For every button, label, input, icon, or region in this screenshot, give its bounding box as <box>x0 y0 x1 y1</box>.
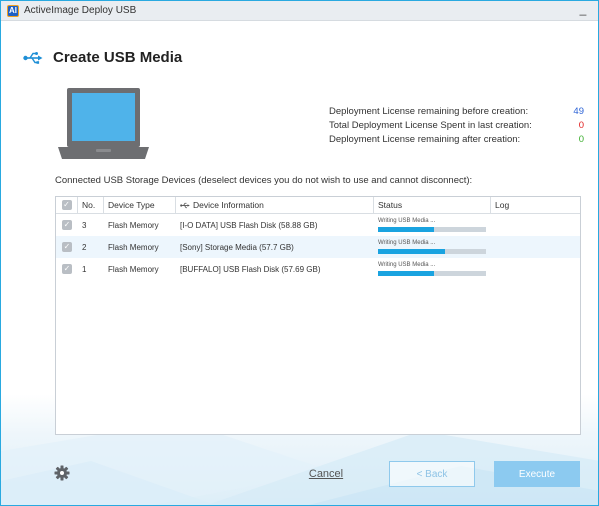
page-header: Create USB Media <box>23 49 182 66</box>
window-title: ActiveImage Deploy USB <box>24 5 137 16</box>
cell-log <box>491 258 580 280</box>
checkbox-icon[interactable]: ✓ <box>62 264 72 274</box>
cell-no: 3 <box>82 220 87 230</box>
column-header-no[interactable]: No. <box>78 196 104 214</box>
devices-caption: Connected USB Storage Devices (deselect … <box>55 175 473 186</box>
license-row-before: Deployment License remaining before crea… <box>329 104 584 118</box>
license-row-spent: Total Deployment License Spent in last c… <box>329 118 584 132</box>
table-row[interactable]: ✓ 1 Flash Memory [BUFFALO] USB Flash Dis… <box>56 258 580 280</box>
column-header-type[interactable]: Device Type <box>104 196 176 214</box>
row-select-cell: ✓ <box>56 236 78 258</box>
license-value: 49 <box>573 105 584 117</box>
usb-icon <box>23 51 43 64</box>
back-button[interactable]: < Back <box>389 461 475 487</box>
status-text: Writing USB Media ... <box>378 240 436 246</box>
header-select-all[interactable]: ✓ <box>56 196 78 214</box>
license-row-after: Deployment License remaining after creat… <box>329 132 584 146</box>
checkbox-icon[interactable]: ✓ <box>62 242 72 252</box>
title-bar: AI ActiveImage Deploy USB _ <box>1 1 598 21</box>
cell-type: Flash Memory <box>108 242 159 252</box>
cancel-button[interactable]: Cancel <box>301 461 351 487</box>
table-header: ✓ No. Device Type Device Information Sta… <box>56 196 580 214</box>
cell-status: Writing USB Media ... <box>374 258 491 280</box>
cell-info: [I-O DATA] USB Flash Disk (58.88 GB) <box>180 220 318 230</box>
column-header-info-label: Device Information <box>193 200 264 210</box>
cell-no: 2 <box>82 242 87 252</box>
column-header-log[interactable]: Log <box>491 197 580 214</box>
license-label: Total Deployment License Spent in last c… <box>329 119 532 131</box>
app-icon: AI <box>7 4 19 17</box>
cell-status: Writing USB Media ... <box>374 214 491 236</box>
checkbox-icon[interactable]: ✓ <box>61 200 72 210</box>
cell-no: 1 <box>82 264 87 274</box>
cell-log <box>491 236 580 258</box>
license-panel: Deployment License remaining before crea… <box>329 104 584 146</box>
app-window: AI ActiveImage Deploy USB _ Create USB M… <box>0 0 599 506</box>
progress-fill <box>378 271 435 276</box>
license-label: Deployment License remaining after creat… <box>329 133 521 145</box>
gear-icon[interactable] <box>54 465 70 481</box>
cell-type: Flash Memory <box>108 264 159 274</box>
cell-info: [BUFFALO] USB Flash Disk (57.69 GB) <box>180 264 321 274</box>
status-text: Writing USB Media ... <box>378 218 436 224</box>
progress-fill <box>378 249 445 254</box>
progress-bar <box>378 249 486 254</box>
license-value: 0 <box>578 133 584 145</box>
laptop-icon <box>58 88 149 159</box>
cell-type: Flash Memory <box>108 220 159 230</box>
status-text: Writing USB Media ... <box>378 262 436 268</box>
table-row[interactable]: ✓ 2 Flash Memory [Sony] Storage Media (5… <box>56 236 580 258</box>
column-header-info[interactable]: Device Information <box>176 196 374 214</box>
cell-info: [Sony] Storage Media (57.7 GB) <box>180 242 294 252</box>
row-select-cell: ✓ <box>56 214 78 236</box>
progress-bar <box>378 271 486 276</box>
table-row[interactable]: ✓ 3 Flash Memory [I-O DATA] USB Flash Di… <box>56 214 580 236</box>
page-title: Create USB Media <box>53 49 183 66</box>
cell-status: Writing USB Media ... <box>374 236 491 258</box>
license-value: 0 <box>578 119 584 131</box>
checkbox-icon[interactable]: ✓ <box>62 220 72 230</box>
cell-log <box>491 214 580 236</box>
execute-button[interactable]: Execute <box>494 461 580 487</box>
row-select-cell: ✓ <box>56 258 78 280</box>
usb-icon <box>180 202 190 208</box>
progress-bar <box>378 227 486 232</box>
license-label: Deployment License remaining before crea… <box>329 105 529 117</box>
devices-table: ✓ No. Device Type Device Information Sta… <box>55 196 581 435</box>
progress-fill <box>378 227 435 232</box>
minimize-button[interactable]: _ <box>576 3 590 17</box>
column-header-status[interactable]: Status <box>374 196 491 214</box>
